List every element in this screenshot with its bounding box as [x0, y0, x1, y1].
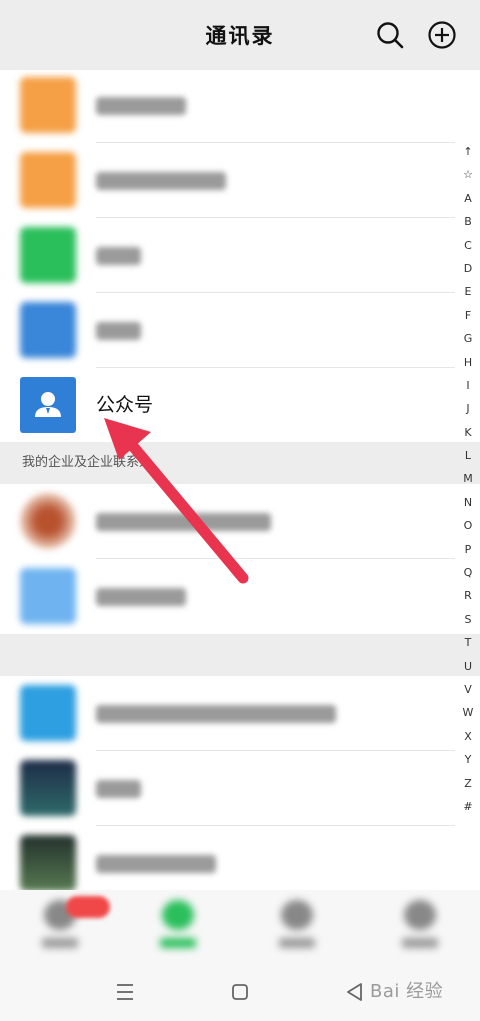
blurred-label — [96, 293, 141, 368]
index-letter[interactable]: U — [456, 655, 480, 678]
index-letter[interactable]: L — [456, 444, 480, 467]
index-letter[interactable]: G — [456, 327, 480, 350]
index-letter[interactable]: E — [456, 280, 480, 303]
index-letter[interactable]: T — [456, 631, 480, 654]
new-friends-avatar — [20, 77, 76, 133]
blurred-label — [96, 68, 186, 143]
contact-avatar — [20, 568, 76, 624]
add-button[interactable] — [427, 20, 457, 50]
index-letter[interactable]: ↑ — [456, 140, 480, 163]
menu-button[interactable] — [112, 979, 138, 1005]
tab-contacts[interactable] — [148, 898, 208, 956]
search-icon — [377, 22, 404, 49]
index-letter[interactable]: A — [456, 187, 480, 210]
tab-discover[interactable] — [267, 898, 327, 956]
index-letter[interactable]: R — [456, 584, 480, 607]
index-letter[interactable]: Y — [456, 748, 480, 771]
index-letter[interactable]: D — [456, 257, 480, 280]
page-title: 通讯录 — [205, 23, 275, 48]
new-friends-row[interactable] — [0, 68, 455, 143]
index-letter[interactable]: N — [456, 491, 480, 514]
index-letter[interactable]: I — [456, 374, 480, 397]
alphabet-index[interactable]: ↑ ☆ A B C D E F G H I J K L M N O P Q R S T U V W X Y Z # — [456, 140, 480, 818]
section-letter — [0, 634, 480, 676]
tab-me[interactable] — [390, 898, 450, 956]
index-letter[interactable]: S — [456, 608, 480, 631]
only-chat-friends-row[interactable] — [0, 143, 455, 218]
index-letter[interactable]: Z — [456, 772, 480, 795]
index-letter[interactable]: Q — [456, 561, 480, 584]
watermark: Bai 经验 — [370, 981, 444, 1002]
tags-avatar — [20, 302, 76, 358]
public-accounts-label: 公众号 — [96, 394, 154, 416]
tab-label — [279, 938, 315, 948]
index-letter[interactable]: V — [456, 678, 480, 701]
contact-avatar — [20, 493, 76, 549]
back-button[interactable] — [342, 979, 368, 1005]
index-letter[interactable]: W — [456, 701, 480, 724]
blurred-label — [96, 751, 141, 826]
contact-list: 公众号 我的企业及企业联系人 — [0, 68, 480, 891]
contact-avatar — [20, 835, 76, 891]
person-icon — [404, 900, 436, 930]
public-accounts-row[interactable]: 公众号 — [0, 368, 455, 442]
tab-label — [42, 938, 78, 948]
blurred-label — [96, 143, 226, 218]
search-button[interactable] — [375, 20, 405, 50]
index-letter[interactable]: K — [456, 421, 480, 444]
index-letter[interactable]: J — [456, 397, 480, 420]
contact-row[interactable] — [0, 751, 455, 826]
contact-avatar — [20, 685, 76, 741]
tab-label — [402, 938, 438, 948]
group-chats-avatar — [20, 227, 76, 283]
index-letter[interactable]: O — [456, 514, 480, 537]
tab-label — [160, 938, 196, 948]
blurred-label — [96, 676, 336, 751]
blurred-label — [96, 559, 186, 634]
index-letter[interactable]: ☆ — [456, 163, 480, 186]
contacts-icon — [162, 900, 194, 930]
index-letter[interactable]: M — [456, 467, 480, 490]
index-letter[interactable]: P — [456, 538, 480, 561]
square-icon — [232, 984, 248, 1000]
plus-circle-icon — [428, 21, 456, 49]
contact-row[interactable] — [0, 559, 455, 634]
contact-avatar — [20, 760, 76, 816]
person-icon — [35, 392, 61, 417]
blurred-label — [96, 484, 271, 559]
group-chats-row[interactable] — [0, 218, 455, 293]
back-triangle-icon — [347, 983, 362, 1001]
section-title: 我的企业及企业联系人 — [22, 455, 153, 470]
contact-row[interactable] — [0, 484, 455, 559]
index-letter[interactable]: F — [456, 304, 480, 327]
section-enterprise: 我的企业及企业联系人 — [0, 442, 480, 484]
only-chat-avatar — [20, 152, 76, 208]
top-bar: 通讯录 — [0, 0, 480, 70]
index-letter[interactable]: H — [456, 351, 480, 374]
menu-icon — [117, 984, 133, 1000]
index-letter[interactable]: C — [456, 234, 480, 257]
compass-icon — [281, 900, 313, 930]
unread-badge — [66, 896, 110, 918]
index-letter[interactable]: # — [456, 795, 480, 818]
blurred-label — [96, 218, 141, 293]
index-letter[interactable]: X — [456, 725, 480, 748]
contact-row[interactable] — [0, 676, 455, 751]
tags-row[interactable] — [0, 293, 455, 368]
home-button[interactable] — [227, 979, 253, 1005]
public-accounts-avatar — [20, 377, 76, 433]
index-letter[interactable]: B — [456, 210, 480, 233]
